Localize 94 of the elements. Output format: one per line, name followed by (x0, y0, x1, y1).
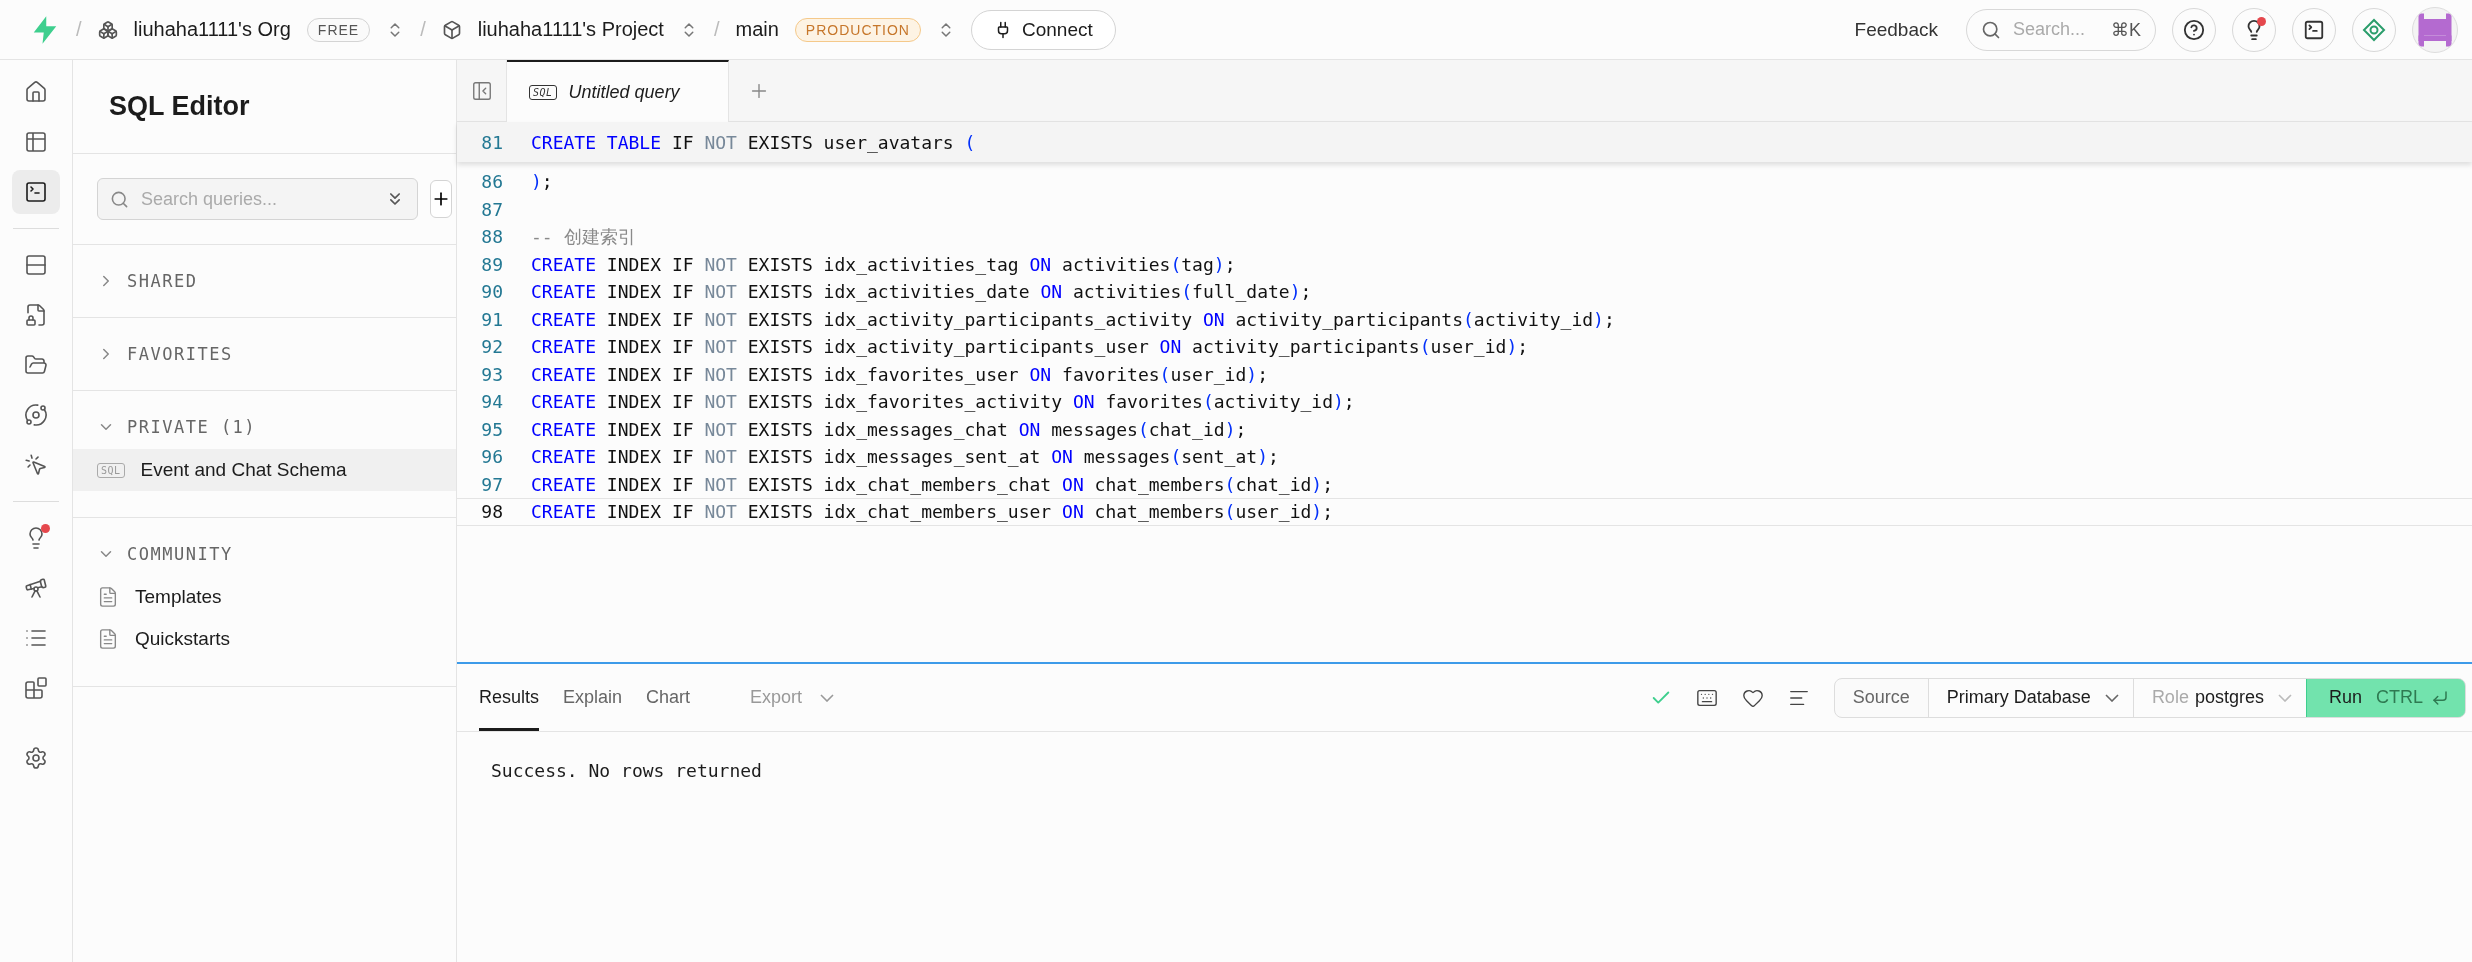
search-bar[interactable]: Search queries... (97, 178, 418, 220)
code-line: CREATE INDEX IF NOT EXISTS idx_activity_participants_activity ON activity_participants(activity_id); (531, 308, 1615, 330)
item-label: Templates (135, 586, 222, 608)
tips-button[interactable] (2232, 7, 2276, 52)
enter-icon (2431, 688, 2449, 707)
branch-name[interactable]: main (735, 18, 779, 41)
diamond-button[interactable] (2352, 7, 2396, 52)
query-item[interactable]: Templates (73, 576, 456, 618)
section-header[interactable]: COMMUNITY (73, 544, 233, 564)
folder-icon (24, 353, 48, 377)
section-header[interactable]: PRIVATE (1) (73, 417, 257, 437)
line-number: 89 (480, 253, 504, 275)
item-label: Event and Chat Schema (140, 459, 347, 481)
orbit-icon (24, 403, 48, 427)
stack-icon (24, 253, 48, 277)
terminal-button[interactable] (2292, 7, 2336, 52)
line-number: 93 (480, 363, 504, 385)
notification-dot (41, 524, 50, 533)
help-icon (2183, 18, 2205, 41)
source-label: Source (1834, 678, 1929, 717)
search-icon (110, 189, 129, 209)
breadcrumb-separator: / (76, 18, 82, 41)
line-number: 87 (480, 198, 504, 220)
connect-button[interactable]: Connect (970, 9, 1116, 50)
code-line: CREATE TABLE IF NOT EXISTS user_avatars ( (531, 131, 976, 153)
query-item[interactable]: SQL Event and Chat Schema (73, 449, 456, 491)
line-number: 91 (480, 308, 504, 330)
code-line: CREATE INDEX IF NOT EXISTS idx_chat_members_chat ON chat_members(chat_id); (531, 473, 1333, 495)
code-line: CREATE INDEX IF NOT EXISTS idx_chat_members_user ON chat_members(user_id); (531, 501, 1333, 523)
panel-title: SQL Editor (73, 60, 456, 154)
document-icon (97, 628, 119, 650)
avatar-icon[interactable] (2412, 6, 2458, 53)
breadcrumb-separator: / (420, 18, 426, 41)
search-icon (1981, 19, 2001, 40)
org-name[interactable]: liuhaha1111's Org (133, 18, 291, 41)
notification-dot (2257, 16, 2266, 26)
table-icon (24, 130, 48, 154)
document-icon (97, 586, 119, 608)
line-number: 86 (480, 171, 504, 193)
section-header[interactable]: SHARED (73, 271, 198, 291)
plan-tag: FREE (306, 17, 371, 42)
chevron-down-icon (820, 693, 835, 702)
breadcrumb-separator: / (713, 18, 720, 41)
item-label: Quickstarts (135, 628, 231, 650)
telescope-icon (24, 576, 48, 600)
results-tab[interactable]: Explain (563, 664, 623, 731)
help-button[interactable] (2172, 7, 2216, 52)
code-line: CREATE INDEX IF NOT EXISTS idx_favorites_user ON favorites(user_id); (531, 363, 1268, 385)
lock-file-icon (24, 303, 48, 327)
query-tab[interactable]: SQL Untitled query (507, 60, 729, 122)
search-input[interactable]: Search queries... (139, 187, 375, 211)
diamond-icon (2362, 17, 2386, 42)
line-number: 90 (480, 281, 504, 303)
box-icon (441, 19, 462, 40)
code-line: -- 创建索引 (531, 224, 636, 249)
code-line: CREATE INDEX IF NOT EXISTS idx_messages_sent_at ON messages(sent_at); (531, 446, 1279, 468)
shortcut-hint: ⌘K (2111, 18, 2141, 41)
chevron-down-icon (2104, 693, 2119, 702)
code-line: CREATE INDEX IF NOT EXISTS idx_messages_chat ON messages(chat_id); (531, 418, 1247, 440)
chevron-down-icon (2277, 693, 2292, 702)
sql-icon: SQL (97, 462, 125, 478)
settings-icon (24, 746, 48, 770)
blocks-icon (24, 676, 48, 700)
code-line: CREATE INDEX IF NOT EXISTS idx_favorites_activity ON favorites(activity_id); (531, 391, 1355, 413)
section-header[interactable]: FAVORITES (73, 344, 233, 364)
search-input[interactable]: Search... (2011, 18, 2101, 41)
home-icon (24, 80, 48, 104)
terminal-button[interactable] (12, 170, 60, 214)
code-line: CREATE INDEX IF NOT EXISTS idx_activity_participants_user ON activity_participants(user_id); (531, 336, 1529, 358)
query-item[interactable]: Quickstarts (73, 618, 456, 660)
results-tab[interactable]: Chart (646, 664, 691, 731)
line-number: 92 (480, 336, 504, 358)
boxes-icon (97, 19, 118, 40)
line-number: 98 (480, 501, 504, 523)
code-line: ); (531, 171, 553, 193)
line-number: 95 (480, 418, 504, 440)
line-number: 94 (480, 391, 504, 413)
pointer-icon (24, 453, 48, 477)
search-bar[interactable]: Search... ⌘K (1966, 8, 2156, 51)
line-number: 96 (480, 446, 504, 468)
line-number: 88 (480, 226, 504, 248)
feedback-button[interactable]: Feedback (1842, 12, 1950, 47)
project-name[interactable]: liuhaha1111's Project (477, 18, 664, 41)
add-button[interactable] (430, 180, 452, 218)
code-line: CREATE INDEX IF NOT EXISTS idx_activities_tag ON activities(tag); (531, 253, 1236, 275)
run-button[interactable]: Run CTRL (2305, 678, 2465, 717)
line-number: 97 (480, 473, 504, 495)
terminal-icon (2303, 18, 2325, 41)
environment-tag: PRODUCTION (794, 17, 921, 42)
line-number: 81 (480, 131, 504, 153)
panel-icon (470, 79, 493, 102)
terminal-icon (24, 180, 48, 204)
sql-icon: SQL (529, 84, 557, 100)
code-line: CREATE INDEX IF NOT EXISTS idx_activities_date ON activities(full_date); (531, 281, 1312, 303)
